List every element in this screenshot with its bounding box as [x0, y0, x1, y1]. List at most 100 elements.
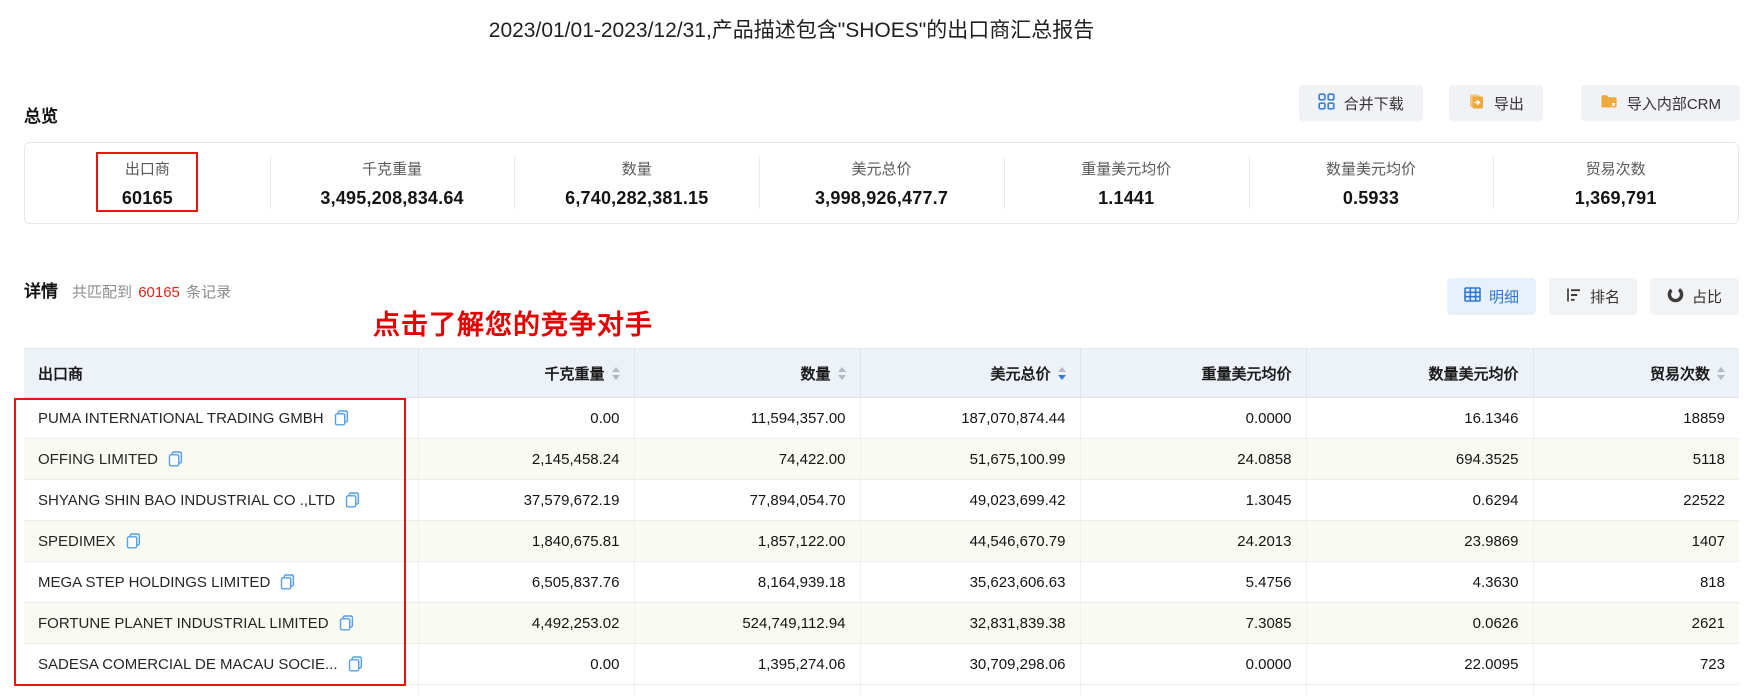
export-label: 导出 — [1493, 95, 1524, 113]
cell-usd-per-quantity: 694.3525 — [1306, 438, 1534, 480]
copy-icon[interactable] — [126, 533, 141, 549]
cell-usd-total: 35,623,606.63 — [860, 561, 1081, 603]
stat-weight-kg: 千克重量 3,495,208,834.64 — [269, 143, 515, 223]
column-header-usd-total[interactable]: 美元总价 — [860, 348, 1081, 398]
copy-icon[interactable] — [345, 492, 360, 508]
column-header-usd-per-weight: 重量美元均价 — [1080, 348, 1307, 398]
cell-usd-per-quantity: 4.3630 — [1306, 561, 1534, 603]
tab-share-label: 占比 — [1691, 289, 1722, 306]
column-header-exporter: 出口商 — [24, 348, 419, 398]
tab-detail-label: 明细 — [1488, 289, 1519, 306]
cell-trade-count: 1407 — [1533, 520, 1739, 562]
exporter-name: FORTUNE PLANET INDUSTRIAL LIMITED — [38, 614, 329, 632]
merge-download-icon — [1318, 92, 1335, 114]
cell-weight-kg: 1,840,675.81 — [418, 520, 635, 562]
cell-quantity: 77,894,054.70 — [634, 479, 861, 521]
exporter-name: SADESA COMERCIAL DE MACAU SOCIE... — [38, 655, 338, 673]
stat-trade-count: 贸易次数 1,369,791 — [1493, 143, 1738, 223]
overview-stats-card: 出口商 60165 千克重量 3,495,208,834.64 数量 6,740… — [24, 142, 1739, 224]
cell-usd-per-weight: 0.0000 — [1080, 643, 1307, 685]
cell-quantity: 8,164,939.18 — [634, 561, 861, 603]
tab-detail[interactable]: 明细 — [1446, 278, 1536, 315]
cell-weight-kg: 37,579,672.19 — [418, 479, 635, 521]
cell-usd-per-weight: 24.0858 — [1080, 438, 1307, 480]
cell-weight-kg: 0.00 — [418, 643, 635, 685]
toolbar: 合并下载 导出 导入内部CRM — [1298, 85, 1740, 121]
column-header-quantity[interactable]: 数量 — [634, 348, 861, 398]
stat-exporter: 出口商 60165 — [25, 143, 270, 223]
sort-carets[interactable] — [611, 366, 620, 380]
sort-carets[interactable] — [1717, 366, 1725, 380]
cell-trade-count: 18859 — [1533, 397, 1739, 439]
merge-download-button[interactable]: 合并下载 — [1298, 85, 1423, 121]
import-crm-button[interactable]: 导入内部CRM — [1580, 85, 1740, 121]
cell-trade-count: 2621 — [1533, 602, 1739, 644]
page-title: 2023/01/01-2023/12/31,产品描述包含"SHOES"的出口商汇… — [488, 19, 1095, 42]
export-button[interactable]: 导出 — [1448, 85, 1543, 121]
cell-usd-per-weight: 0.0000 — [1080, 397, 1307, 439]
cell-quantity: 1,395,274.06 — [634, 643, 861, 685]
sort-carets[interactable] — [837, 366, 846, 380]
table-row[interactable]: SPEDIMEX 1,840,675.81 1,857,122.00 44,54… — [24, 520, 1739, 562]
cell-usd-total: 187,070,874.44 — [860, 397, 1081, 439]
stat-usd-per-quantity: 数量美元均价 0.5933 — [1248, 143, 1494, 223]
column-header-trade-count[interactable]: 贸易次数 — [1533, 348, 1739, 398]
view-tabs: 明细 排名 占比 — [1446, 278, 1739, 315]
cell-usd-per-weight: 7.3085 — [1080, 602, 1307, 644]
tab-share[interactable]: 占比 — [1649, 278, 1739, 315]
overview-heading: 总览 — [24, 107, 58, 126]
stat-usd-total: 美元总价 3,998,926,477.7 — [759, 143, 1004, 223]
table-row[interactable]: FORTUNE PLANET INDUSTRIAL LIMITED 4,492,… — [24, 602, 1739, 644]
cell-trade-count: 5118 — [1533, 438, 1739, 480]
export-doc-icon — [1468, 93, 1485, 114]
tab-ranking-label: 排名 — [1589, 289, 1620, 306]
cell-usd-per-weight: 1.3045 — [1080, 479, 1307, 521]
stat-usd-per-weight: 重量美元均价 1.1441 — [1003, 143, 1249, 223]
column-header-weight-kg[interactable]: 千克重量 — [418, 348, 635, 398]
cell-weight-kg: 2,145,458.24 — [418, 438, 635, 480]
annotation-competitors-text: 点击了解您的竞争对手 — [373, 310, 653, 341]
cell-usd-per-quantity: 23.9869 — [1306, 520, 1534, 562]
cell-weight-kg: 0.00 — [418, 397, 635, 439]
detail-header-bar: 详情 共匹配到 60165 条记录 — [24, 277, 231, 302]
cell-usd-total: 44,546,670.79 — [860, 520, 1081, 562]
cell-usd-per-quantity: 16.1346 — [1306, 397, 1534, 439]
copy-icon[interactable] — [280, 574, 295, 590]
cell-usd-total: 32,831,839.38 — [860, 602, 1081, 644]
table-row[interactable]: MEGA STEP HOLDINGS LIMITED 6,505,837.76 … — [24, 561, 1739, 603]
copy-icon[interactable] — [348, 656, 363, 672]
cell-trade-count: 723 — [1533, 643, 1739, 685]
exporter-table: 出口商 千克重量 数量 美元总价 重量美元均价 数量美元均价 贸易次数 PUMA… — [24, 348, 1739, 696]
table-row[interactable]: OFFING LIMITED 2,145,458.24 74,422.00 51… — [24, 438, 1739, 480]
table-row[interactable]: SADESA COMERCIAL DE MACAU SOCIE... 0.00 … — [24, 643, 1739, 685]
table-header-row: 出口商 千克重量 数量 美元总价 重量美元均价 数量美元均价 贸易次数 — [24, 348, 1739, 398]
exporter-summary-report-page: 2023/01/01-2023/12/31,产品描述包含"SHOES"的出口商汇… — [0, 0, 1763, 696]
table-row[interactable]: PUMA INTERNATIONAL TRADING GMBH 0.00 11,… — [24, 397, 1739, 439]
exporter-name: OFFING LIMITED — [38, 450, 158, 468]
table-row[interactable]: SHYANG SHIN BAO INDUSTRIAL CO .,LTD 37,5… — [24, 479, 1739, 521]
merge-download-label: 合并下载 — [1343, 95, 1404, 113]
exporter-name: MEGA STEP HOLDINGS LIMITED — [38, 573, 271, 591]
exporter-name: PUMA INTERNATIONAL TRADING GMBH — [38, 409, 324, 427]
copy-icon[interactable] — [339, 615, 354, 631]
copy-icon[interactable] — [168, 451, 183, 467]
cell-trade-count: 22522 — [1533, 479, 1739, 521]
cell-usd-per-quantity: 22.0095 — [1306, 643, 1534, 685]
import-folder-icon — [1600, 93, 1618, 113]
cell-usd-total: 30,709,298.06 — [860, 643, 1081, 685]
sort-carets[interactable] — [1057, 366, 1066, 380]
cell-usd-per-weight: 5.4756 — [1080, 561, 1307, 603]
cell-usd-per-quantity: 0.6294 — [1306, 479, 1534, 521]
cell-quantity: 1,857,122.00 — [634, 520, 861, 562]
column-header-usd-per-quantity: 数量美元均价 — [1306, 348, 1534, 398]
stat-quantity: 数量 6,740,282,381.15 — [514, 143, 759, 223]
cell-quantity: 11,594,357.00 — [634, 397, 861, 439]
pie-icon — [1667, 286, 1684, 307]
match-records-text: 共匹配到 60165 条记录 — [72, 284, 232, 301]
exporter-name: SPEDIMEX — [38, 532, 116, 550]
tab-ranking[interactable]: 排名 — [1548, 278, 1637, 315]
cell-quantity: 524,749,112.94 — [634, 602, 861, 644]
copy-icon[interactable] — [334, 410, 349, 426]
ranking-icon — [1566, 287, 1582, 307]
match-records-count: 60165 — [138, 284, 180, 301]
